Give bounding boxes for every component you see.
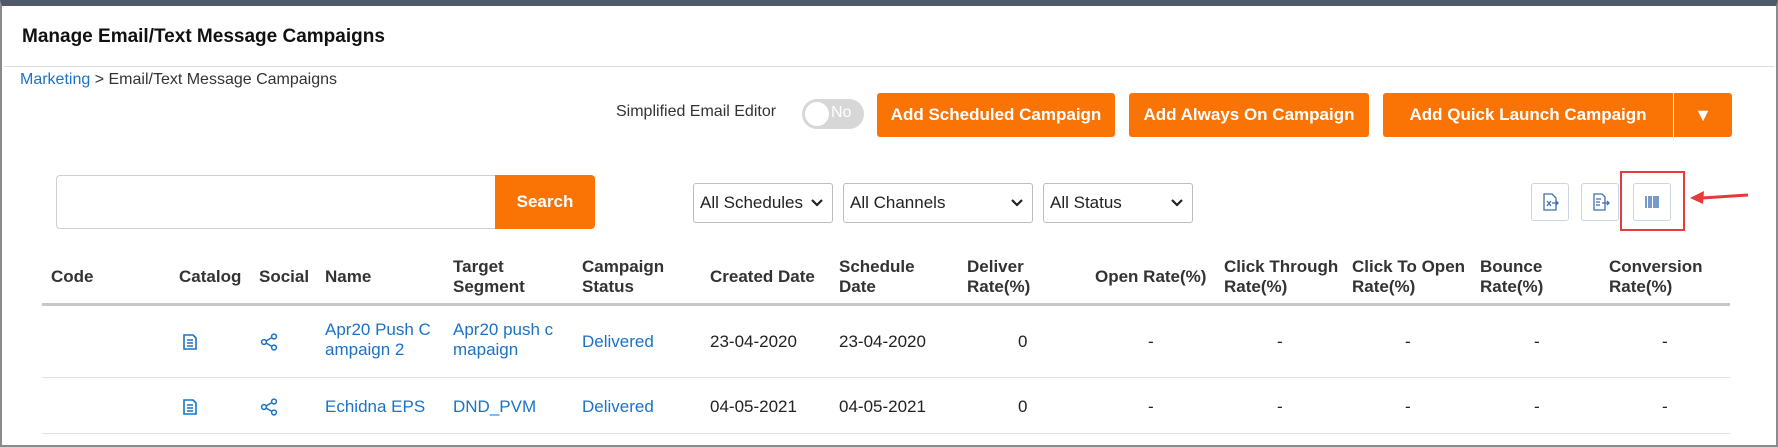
chevron-down-icon bbox=[1011, 199, 1023, 207]
channels-filter-value: All Channels bbox=[850, 193, 946, 212]
column-header-deliver-rate: Deliver Rate(%) bbox=[967, 257, 1031, 296]
simplified-editor-toggle[interactable]: No bbox=[802, 99, 864, 129]
cell-created-date: 04-05-2021 bbox=[710, 397, 797, 416]
breadcrumb-separator: > bbox=[90, 71, 109, 88]
cell-click-to-open-rate: - bbox=[1405, 397, 1411, 416]
cell-click-through-rate: - bbox=[1277, 332, 1283, 351]
export-button[interactable] bbox=[1581, 183, 1619, 221]
search-button[interactable]: Search bbox=[495, 175, 595, 229]
cell-open-rate: - bbox=[1148, 332, 1154, 351]
column-header-code: Code bbox=[51, 267, 94, 286]
excel-export-icon bbox=[1543, 193, 1559, 211]
add-scheduled-campaign-button[interactable]: Add Scheduled Campaign bbox=[877, 93, 1115, 137]
cell-conversion-rate: - bbox=[1662, 332, 1668, 351]
cell-conversion-rate: - bbox=[1662, 397, 1668, 416]
column-header-bounce-rate: Bounce Rate(%) bbox=[1480, 257, 1544, 296]
pointer-arrow-icon bbox=[1690, 191, 1749, 204]
cell-schedule-date: 04-05-2021 bbox=[839, 397, 926, 416]
column-header-created-date: Created Date bbox=[710, 267, 815, 286]
cell-click-to-open-rate: - bbox=[1405, 332, 1411, 351]
channels-filter-select[interactable]: All Channels bbox=[843, 183, 1033, 223]
toggle-knob bbox=[805, 102, 829, 126]
cell-bounce-rate: - bbox=[1534, 397, 1540, 416]
page-title: Manage Email/Text Message Campaigns bbox=[22, 26, 385, 47]
column-header-click-to-open-rate: Click To Open Rate(%) bbox=[1352, 257, 1466, 296]
cell-schedule-date: 23-04-2020 bbox=[839, 332, 926, 351]
highlight-box bbox=[1620, 171, 1685, 231]
cell-click-through-rate: - bbox=[1277, 397, 1283, 416]
catalog-icon[interactable] bbox=[181, 333, 199, 351]
campaign-name-link[interactable]: Echidna EPS bbox=[325, 397, 425, 417]
schedules-filter-value: All Schedules bbox=[700, 193, 804, 212]
simplified-editor-label: Simplified Email Editor bbox=[616, 103, 777, 120]
status-filter-value: All Status bbox=[1050, 193, 1122, 212]
row-divider bbox=[42, 433, 1730, 434]
column-header-target-segment: Target Segment bbox=[453, 257, 525, 296]
share-icon[interactable] bbox=[260, 333, 278, 351]
column-header-catalog: Catalog bbox=[179, 267, 242, 286]
cell-deliver-rate: 0 bbox=[1018, 397, 1028, 416]
cell-deliver-rate: 0 bbox=[1018, 332, 1028, 351]
cell-bounce-rate: - bbox=[1534, 332, 1540, 351]
header-divider bbox=[42, 303, 1730, 306]
chevron-down-icon: ▼ bbox=[1694, 104, 1712, 125]
campaign-status-link[interactable]: Delivered bbox=[582, 332, 654, 352]
row-divider bbox=[42, 377, 1730, 378]
status-filter-select[interactable]: All Status bbox=[1043, 183, 1193, 223]
breadcrumb-marketing-link[interactable]: Marketing bbox=[20, 71, 90, 88]
cell-created-date: 23-04-2020 bbox=[710, 332, 797, 351]
target-segment-link[interactable]: Apr20 push c mapaign bbox=[453, 320, 553, 360]
breadcrumb-current: Email/Text Message Campaigns bbox=[108, 71, 338, 88]
title-divider bbox=[4, 66, 1774, 67]
export-icon bbox=[1593, 193, 1610, 211]
quick-launch-dropdown-button[interactable]: ▼ bbox=[1673, 93, 1732, 137]
cell-open-rate: - bbox=[1148, 397, 1154, 416]
add-always-on-campaign-button[interactable]: Add Always On Campaign bbox=[1129, 93, 1369, 137]
column-header-open-rate: Open Rate(%) bbox=[1095, 267, 1207, 286]
column-header-social: Social bbox=[259, 267, 310, 286]
excel-export-button[interactable] bbox=[1531, 183, 1569, 221]
schedules-filter-select[interactable]: All Schedules bbox=[693, 183, 833, 223]
campaign-status-link[interactable]: Delivered bbox=[582, 397, 654, 417]
toggle-state: No bbox=[831, 104, 852, 121]
column-header-campaign-status: Campaign Status bbox=[582, 257, 665, 296]
chevron-down-icon bbox=[1171, 199, 1183, 207]
breadcrumb: Marketing > Email/Text Message Campaigns bbox=[20, 71, 337, 89]
column-header-conversion-rate: Conversion Rate(%) bbox=[1609, 257, 1703, 296]
column-header-name: Name bbox=[325, 267, 372, 286]
column-header-schedule-date: Schedule Date bbox=[839, 257, 915, 296]
search-input[interactable] bbox=[56, 175, 495, 229]
add-quick-launch-campaign-button[interactable]: Add Quick Launch Campaign bbox=[1383, 93, 1673, 137]
campaign-name-link[interactable]: Apr20 Push Campaign 2 bbox=[325, 320, 431, 360]
share-icon[interactable] bbox=[260, 398, 278, 416]
chevron-down-icon bbox=[811, 199, 823, 207]
target-segment-link[interactable]: DND_PVM bbox=[453, 397, 536, 417]
catalog-icon[interactable] bbox=[181, 398, 199, 416]
column-header-click-through-rate: Click Through Rate(%) bbox=[1224, 257, 1339, 296]
